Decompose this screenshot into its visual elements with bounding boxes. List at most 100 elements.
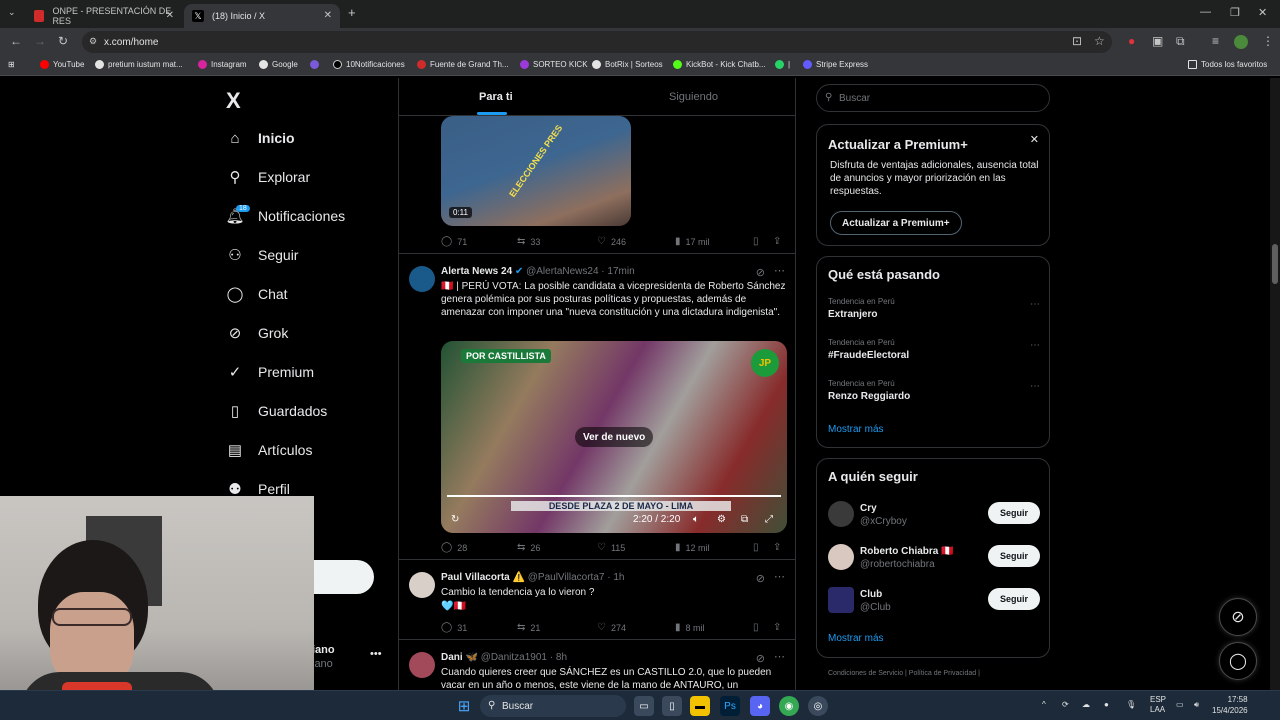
bookmark-button[interactable]: ▯ [753, 236, 764, 247]
reload-icon[interactable]: ↻ [58, 34, 68, 48]
sidebar-item-grok[interactable]: ⊘ Grok [226, 318, 289, 348]
bookmark-button[interactable]: ▯ [753, 622, 764, 633]
bookmark-instagram[interactable]: Instagram [198, 60, 247, 69]
microphone-icon[interactable]: 🎙︎ [1126, 700, 1136, 709]
restore-icon[interactable]: ❐ [1230, 6, 1240, 19]
task-view-icon[interactable]: ▭ [634, 696, 654, 716]
back-icon[interactable]: ← [10, 34, 22, 48]
show-more-trends-link[interactable]: Mostrar más [828, 424, 884, 435]
apps-icon[interactable]: ⊞ [8, 60, 15, 69]
install-app-icon[interactable]: ⊡ [1072, 34, 1082, 48]
forward-icon[interactable]: → [34, 34, 46, 48]
profile-avatar[interactable] [1234, 35, 1248, 49]
repost-button[interactable]: ⇆ 33 [517, 236, 540, 247]
footer-links[interactable]: Condiciones de Servicio | Política de Pr… [828, 670, 980, 677]
address-bar[interactable]: ⚙ x.com/home [82, 31, 1112, 53]
cloud-icon[interactable]: ☁ [1082, 700, 1090, 709]
tweet-time[interactable]: · 8h [550, 652, 567, 663]
share-button[interactable]: ⇪ [773, 542, 786, 553]
grok-explain-icon[interactable]: ⊘ [756, 572, 765, 585]
system-clock[interactable]: 17:58 15/4/2026 [1212, 694, 1248, 716]
tweet[interactable]: Dani 🦋 @Danitza1901 · 8h ⊘ ⋯ Cuando quie… [399, 640, 795, 690]
bookmark-10notificaciones[interactable]: 10Notificaciones [333, 60, 405, 69]
reply-button[interactable]: ◯ 28 [441, 542, 467, 553]
volume-icon[interactable]: 🔊︎ [1194, 700, 1199, 710]
browser-tab-onpe[interactable]: ONPE - PRESENTACIÓN DE RES ✕ [26, 4, 182, 28]
tweet-video[interactable]: POR CASTILLISTA JP Ver de nuevo DESDE PL… [441, 341, 787, 533]
browser-tab-x-home[interactable]: 𝕏 (18) Inicio / X ✕ [184, 4, 340, 28]
follow-suggestion[interactable]: Roberto Chiabra 🇵🇪 @robertochiabra Segui… [828, 544, 1040, 574]
tab-search-icon[interactable]: ⌄ [8, 7, 16, 18]
trend-item[interactable]: Tendencia en Perú Renzo Reggiardo ⋯ [828, 379, 1040, 402]
trend-item[interactable]: Tendencia en Perú Extranjero ⋯ [828, 297, 1040, 320]
browser-menu-icon[interactable]: ⋮ [1262, 34, 1274, 48]
bookmark-stripe[interactable]: Stripe Express [803, 60, 868, 69]
bookmark-whatsapp[interactable]: | [775, 60, 790, 69]
replay-icon[interactable]: ↻ [451, 514, 459, 525]
trend-more-icon[interactable]: ⋯ [1030, 381, 1040, 392]
tweet[interactable]: Paul Villacorta ⚠️ @PaulVillacorta7 · 1h… [399, 560, 795, 640]
bookmark-button[interactable]: ▯ [753, 542, 764, 553]
close-tab-icon[interactable]: ✕ [166, 10, 174, 21]
author-name[interactable]: Dani [441, 652, 463, 663]
sidebar-item-seguir[interactable]: ⚇ Seguir [226, 240, 298, 270]
tab-siguiendo[interactable]: Siguiendo [669, 91, 718, 103]
views-button[interactable]: ▮ 8 mil [675, 622, 705, 633]
tweet-time[interactable]: · 1h [607, 572, 624, 583]
author-handle[interactable]: @AlertaNews24 [526, 266, 598, 277]
avatar[interactable] [828, 587, 854, 613]
trend-more-icon[interactable]: ⋯ [1030, 299, 1040, 310]
bookmark-pretium[interactable]: pretium iustum mat... [95, 60, 183, 69]
tweet-more-icon[interactable]: ⋯ [774, 650, 785, 663]
site-info-icon[interactable]: ⚙ [89, 36, 97, 47]
close-tab-icon[interactable]: ✕ [324, 10, 332, 21]
author-name[interactable]: Alerta News 24 [441, 266, 512, 277]
file-explorer-icon[interactable]: ▬ [690, 696, 710, 716]
trend-item[interactable]: Tendencia en Perú #FraudeElectoral ⋯ [828, 338, 1040, 361]
all-bookmarks[interactable]: Todos los favoritos [1188, 60, 1267, 69]
trend-more-icon[interactable]: ⋯ [1030, 340, 1040, 351]
sidebar-item-articulos[interactable]: ▤ Artículos [226, 435, 313, 465]
tweet-more-icon[interactable]: ⋯ [774, 264, 785, 277]
avatar[interactable] [409, 652, 435, 678]
close-window-icon[interactable]: ✕ [1258, 6, 1267, 19]
grok-explain-icon[interactable]: ⊘ [756, 266, 765, 279]
minimize-icon[interactable]: — [1200, 6, 1211, 18]
follow-button[interactable]: Seguir [988, 545, 1040, 567]
video-progress-bar[interactable] [447, 495, 781, 497]
avatar[interactable] [409, 266, 435, 292]
repost-button[interactable]: ⇆ 21 [517, 622, 540, 633]
bookmark-sorteo-kick[interactable]: SORTEO KICK [520, 60, 588, 69]
sidebar-item-notificaciones[interactable]: 🔔︎ 18 Notificaciones [225, 201, 345, 231]
bookmark-botrix[interactable]: BotRix | Sorteos [592, 60, 663, 69]
network-icon[interactable]: ▭ [1176, 700, 1184, 709]
bookmark-kickbot[interactable]: KickBot - Kick Chatb... [673, 60, 766, 69]
grok-explain-icon[interactable]: ⊘ [756, 652, 765, 665]
media-control-icon[interactable]: ≡ [1212, 34, 1219, 48]
author-handle[interactable]: @PaulVillacorta7 [528, 572, 605, 583]
avatar[interactable] [828, 544, 854, 570]
extensions-puzzle-icon[interactable]: ⧉ [1176, 34, 1185, 49]
views-button[interactable]: ▮ 17 mil [675, 236, 710, 247]
views-button[interactable]: ▮ 12 mil [675, 542, 710, 553]
reply-button[interactable]: ◯ 31 [441, 622, 467, 633]
tweet-time[interactable]: · 17min [601, 266, 634, 277]
sidebar-item-explorar[interactable]: ⚲ Explorar [226, 162, 311, 192]
bookmark-youtube[interactable]: YouTube [40, 60, 84, 69]
bookmark-google[interactable]: Google [259, 60, 298, 69]
avatar[interactable] [409, 572, 435, 598]
extension-icon[interactable]: ▣ [1152, 34, 1163, 48]
avatar[interactable] [828, 501, 854, 527]
x-logo[interactable]: X [226, 88, 241, 114]
fullscreen-icon[interactable]: ⤢ [765, 514, 773, 525]
account-more-icon[interactable]: ••• [370, 648, 382, 660]
upgrade-premium-button[interactable]: Actualizar a Premium+ [830, 211, 962, 235]
language-indicator[interactable]: ESP LAA [1150, 695, 1166, 715]
phone-link-icon[interactable]: ▯ [662, 696, 682, 716]
share-button[interactable]: ⇪ [773, 622, 786, 633]
discord-icon[interactable]: ◕ [750, 696, 770, 716]
follow-suggestion[interactable]: Cry @xCryboy Seguir [828, 501, 1040, 531]
extension-red-icon[interactable]: ● [1128, 34, 1135, 48]
bookmark-extension[interactable] [310, 60, 323, 69]
photoshop-icon[interactable]: Ps [720, 696, 740, 716]
